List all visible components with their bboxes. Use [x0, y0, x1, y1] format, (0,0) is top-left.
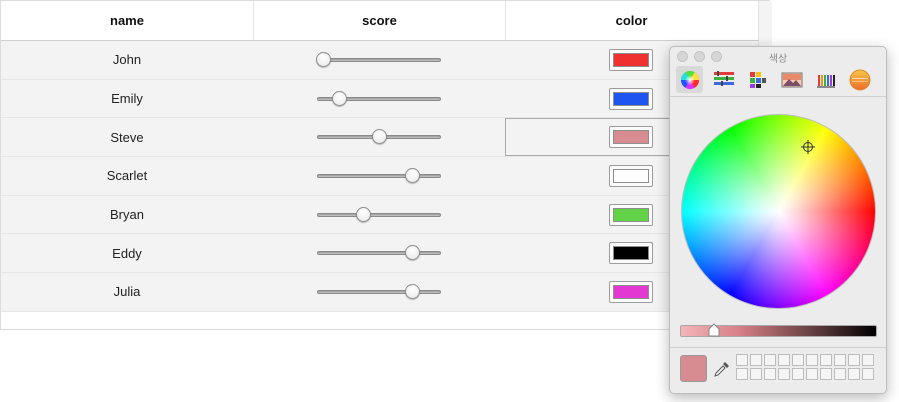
slider-thumb[interactable] [355, 206, 371, 222]
slider-thumb[interactable] [316, 51, 332, 67]
color-well-fill [613, 284, 649, 299]
brightness-slider-thumb[interactable] [708, 323, 720, 337]
name-cell[interactable]: Emily [1, 80, 253, 118]
score-cell [253, 80, 505, 118]
color-well-fill [613, 246, 649, 261]
data-table: name score color John Emily Steve Scarlet Br… [0, 0, 772, 331]
color-well-fill [613, 130, 649, 145]
empty-swatch[interactable] [750, 354, 762, 366]
empty-swatch[interactable] [806, 368, 818, 380]
color-wheel-icon[interactable] [676, 66, 703, 93]
table-row[interactable]: Scarlet [1, 157, 758, 196]
empty-swatch[interactable] [820, 368, 832, 380]
empty-swatch[interactable] [862, 368, 874, 380]
slider-thumb[interactable] [405, 283, 421, 299]
empty-swatch[interactable] [736, 368, 748, 380]
table-row[interactable]: John [1, 41, 758, 80]
table-row[interactable]: Steve [1, 118, 758, 158]
empty-swatch[interactable] [834, 368, 846, 380]
score-cell [253, 41, 505, 79]
table-row[interactable]: Eddy [1, 234, 758, 274]
score-slider[interactable] [317, 245, 441, 261]
crosshair-icon[interactable] [801, 140, 815, 154]
color-well-button[interactable] [609, 126, 653, 149]
empty-swatch[interactable] [848, 368, 860, 380]
score-slider[interactable] [317, 167, 441, 184]
score-slider[interactable] [317, 206, 441, 223]
color-well-button[interactable] [609, 203, 653, 226]
slider-track[interactable] [317, 289, 441, 294]
name-cell[interactable]: Scarlet [1, 157, 253, 195]
color-well-fill [613, 207, 649, 222]
color-well-fill [613, 91, 649, 106]
slider-thumb[interactable] [405, 245, 421, 261]
slider-track[interactable] [317, 173, 441, 178]
color-wheel[interactable] [681, 114, 876, 309]
column-header-color[interactable]: color [505, 1, 757, 40]
color-well-button[interactable] [609, 48, 653, 71]
score-slider[interactable] [317, 283, 441, 300]
score-cell [253, 273, 505, 311]
empty-swatch[interactable] [764, 354, 776, 366]
empty-swatch[interactable] [792, 354, 804, 366]
empty-swatch[interactable] [820, 354, 832, 366]
empty-swatch[interactable] [792, 368, 804, 380]
name-cell[interactable]: Julia [1, 273, 253, 311]
score-cell [253, 234, 505, 272]
empty-swatch[interactable] [764, 368, 776, 380]
color-swatch-grid [736, 354, 874, 380]
color-mode-toolbar [670, 63, 886, 97]
name-cell[interactable]: John [1, 41, 253, 79]
table-row[interactable]: Bryan [1, 195, 758, 235]
empty-swatch[interactable] [750, 368, 762, 380]
name-cell[interactable]: Bryan [1, 196, 253, 234]
color-well-button[interactable] [609, 87, 653, 110]
color-palettes-icon[interactable] [744, 66, 771, 93]
name-cell[interactable]: Eddy [1, 234, 253, 272]
current-color-swatch[interactable] [680, 355, 707, 382]
table-row[interactable]: Julia [1, 273, 758, 312]
empty-swatch[interactable] [848, 354, 860, 366]
slider-thumb[interactable] [405, 167, 421, 183]
score-cell [253, 118, 505, 156]
slider-track[interactable] [317, 251, 441, 256]
score-slider[interactable] [316, 51, 441, 68]
color-well-button[interactable] [609, 242, 653, 265]
empty-swatch[interactable] [778, 368, 790, 380]
slider-track[interactable] [317, 57, 441, 62]
slider-thumb[interactable] [332, 90, 348, 106]
column-header-name[interactable]: name [1, 1, 253, 40]
crayon-icon[interactable] [846, 66, 873, 93]
divider [670, 347, 886, 348]
empty-swatch[interactable] [862, 354, 874, 366]
empty-swatch[interactable] [736, 354, 748, 366]
image-palettes-icon[interactable] [778, 66, 805, 93]
score-cell [253, 157, 505, 195]
score-slider[interactable] [317, 129, 441, 145]
table-body: John Emily Steve Scarlet Bryan Eddy Julia [1, 41, 758, 312]
slider-thumb[interactable] [372, 129, 387, 145]
slider-track[interactable] [317, 212, 441, 217]
table-row[interactable]: Emily [1, 79, 758, 119]
color-sliders-icon[interactable] [710, 66, 737, 93]
color-picker-panel: 색상 [669, 46, 887, 394]
empty-swatch[interactable] [834, 354, 846, 366]
empty-swatch[interactable] [778, 354, 790, 366]
pencils-icon[interactable] [812, 66, 839, 93]
column-header-score[interactable]: score [253, 1, 505, 40]
score-cell [253, 196, 505, 234]
score-slider[interactable] [317, 90, 441, 107]
name-cell[interactable]: Steve [1, 118, 253, 156]
color-well-fill [613, 168, 649, 183]
color-well-button[interactable] [609, 164, 653, 187]
color-well-fill [613, 52, 649, 67]
table-header: name score color [1, 1, 758, 41]
eyedropper-icon[interactable] [713, 360, 731, 378]
color-well-button[interactable] [609, 280, 653, 303]
empty-swatch[interactable] [806, 354, 818, 366]
